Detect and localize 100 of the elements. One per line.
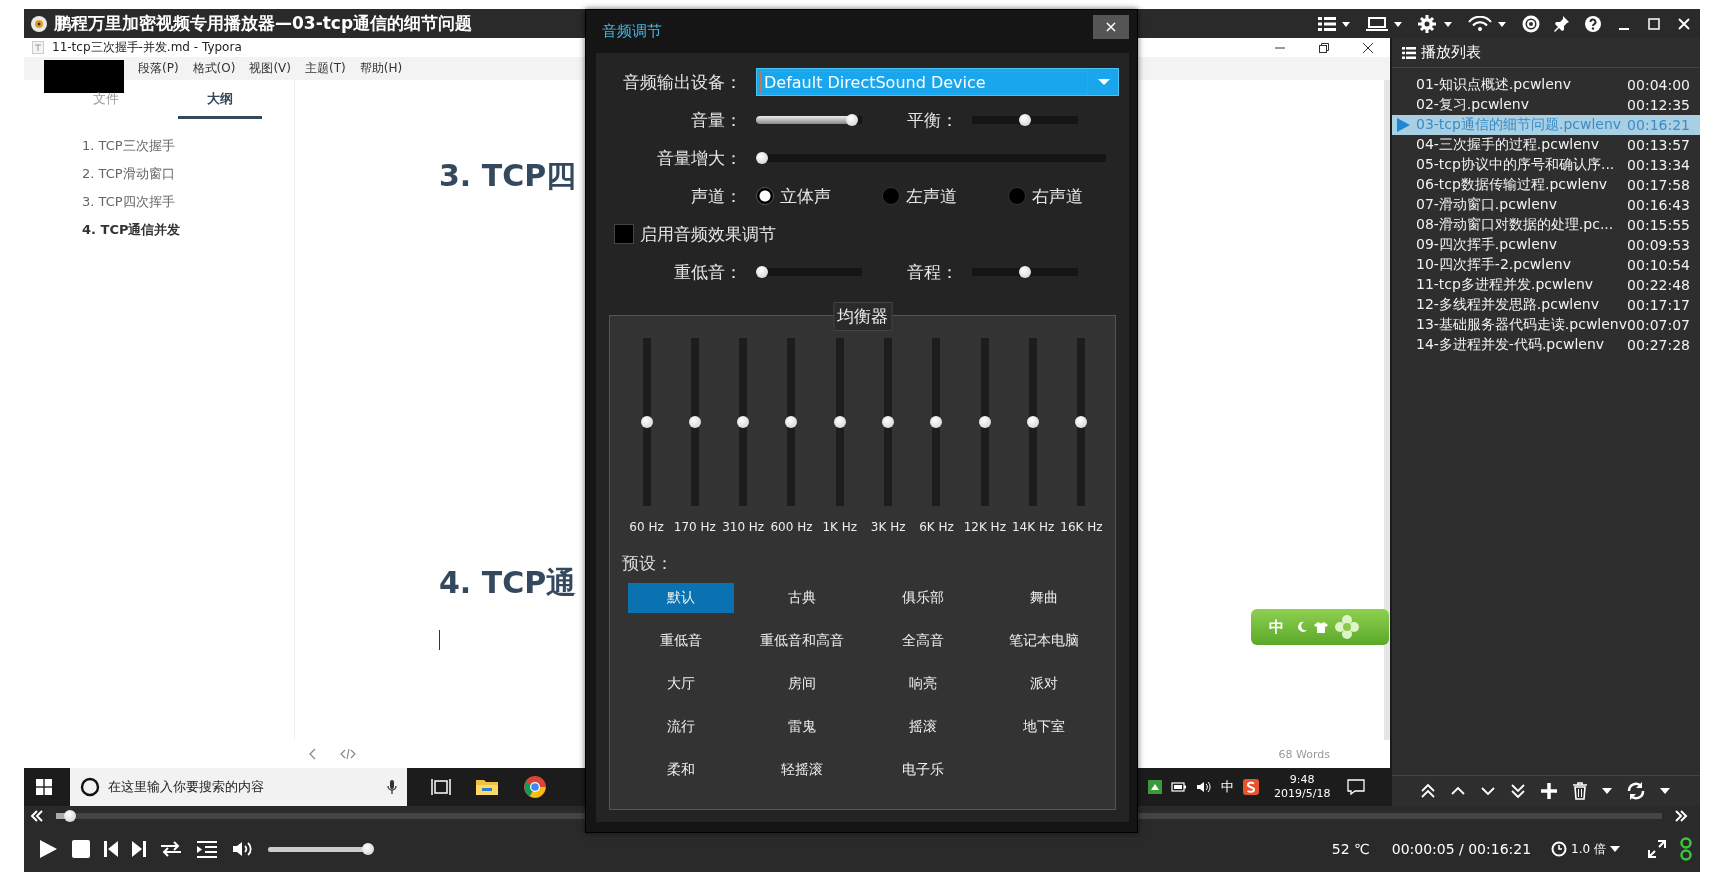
previous-icon[interactable] [104, 840, 118, 858]
playlist-item[interactable]: 07-滑动窗口.pcwlenv 00:16:43 [1392, 195, 1700, 215]
slider-thumb[interactable] [1019, 114, 1031, 126]
slider-thumb[interactable] [1075, 416, 1088, 428]
preset-button[interactable]: 俱乐部 [870, 583, 977, 613]
fast-forward-icon[interactable] [1674, 810, 1688, 822]
radio-option[interactable]: 右声道 [1008, 184, 1098, 208]
playlist-icon[interactable] [196, 840, 218, 858]
close-icon[interactable] [1362, 41, 1374, 54]
playlist-item[interactable]: 02-复习.pcwlenv 00:12:35 [1392, 95, 1700, 115]
slider-thumb[interactable] [978, 416, 991, 428]
equalizer-slider[interactable] [833, 338, 846, 506]
playlist-item[interactable]: 09-四次挥手.pcwlenv 00:09:53 [1392, 235, 1700, 255]
wifi-icon[interactable] [1468, 15, 1508, 32]
next-icon[interactable] [132, 840, 146, 858]
menu-item[interactable]: 主题(T) [305, 60, 346, 77]
slider-thumb[interactable] [1027, 416, 1040, 428]
playlist-item[interactable]: 14-多进程并发-代码.pcwlenv 00:27:28 [1392, 335, 1700, 355]
list-icon[interactable] [1318, 15, 1352, 32]
refresh-icon[interactable] [1626, 782, 1646, 800]
boost-slider[interactable] [756, 152, 1106, 164]
fullscreen-icon[interactable] [1648, 840, 1666, 858]
slider-thumb[interactable] [930, 416, 943, 428]
preset-button[interactable]: 重低音 [627, 626, 734, 656]
playlist-item[interactable]: 05-tcp协议中的序号和确认序... 00:13:34 [1392, 155, 1700, 175]
speed-button[interactable]: 1.0 倍 [1551, 840, 1620, 858]
lifebuoy-icon[interactable] [1522, 14, 1540, 33]
caret-icon[interactable] [1602, 787, 1612, 795]
settings-icon[interactable] [1418, 14, 1454, 33]
menu-item[interactable]: 段落(P) [138, 60, 179, 77]
folder-icon[interactable] [475, 777, 499, 797]
equalizer-slider[interactable] [930, 338, 943, 506]
chevron-left-icon[interactable] [308, 748, 318, 760]
menu-item[interactable]: 帮助(H) [359, 60, 403, 77]
slider-thumb[interactable] [756, 266, 768, 278]
preset-button[interactable]: 重低音和高音 [748, 626, 855, 656]
monitor-icon[interactable] [1366, 15, 1404, 32]
caret-icon[interactable] [1660, 787, 1670, 795]
preset-button[interactable]: 柔和 [627, 755, 734, 785]
close-button[interactable]: × [1093, 14, 1129, 39]
slider-thumb[interactable] [63, 810, 76, 822]
equalizer-slider[interactable] [785, 338, 798, 506]
help-icon[interactable] [1584, 14, 1602, 33]
menu-item[interactable]: 格式(O) [192, 60, 236, 77]
slider-thumb[interactable] [833, 416, 846, 428]
equalizer-slider[interactable] [1027, 338, 1040, 506]
slider-thumb[interactable] [362, 843, 374, 855]
playlist-item[interactable]: 01-知识点概述.pcwlenv 00:04:00 [1392, 75, 1700, 95]
speaker-icon[interactable] [1196, 780, 1212, 794]
sogou-icon[interactable] [1243, 779, 1259, 795]
notification-icon[interactable] [1347, 779, 1366, 795]
task-view-icon[interactable] [431, 778, 451, 796]
preset-button[interactable]: 房间 [748, 669, 855, 699]
browser-icon[interactable] [523, 775, 547, 799]
slider-thumb[interactable] [1019, 266, 1031, 278]
playlist-item[interactable]: 04-三次握手的过程.pcwlenv 00:13:57 [1392, 135, 1700, 155]
preset-button[interactable]: 电子乐 [870, 755, 977, 785]
radio-option[interactable]: 左声道 [882, 184, 972, 208]
slider-thumb[interactable] [756, 152, 768, 164]
slider-thumb[interactable] [785, 416, 798, 428]
equalizer-slider[interactable] [688, 338, 701, 506]
preset-button[interactable]: 默认 [627, 583, 734, 613]
bass-slider[interactable] [756, 266, 862, 278]
repeat-icon[interactable] [160, 840, 182, 858]
playlist-item[interactable]: 12-多线程并发思路.pcwlenv 00:17:17 [1392, 295, 1700, 315]
pin-icon[interactable] [1554, 14, 1570, 33]
playlist-item[interactable]: 08-滑动窗口对数据的处理.pc... 00:15:55 [1392, 215, 1700, 235]
preset-button[interactable]: 雷鬼 [748, 712, 855, 742]
close-icon[interactable] [1676, 15, 1692, 32]
preset-button[interactable]: 古典 [748, 583, 855, 613]
input-method-indicator[interactable]: 中 [1221, 778, 1234, 796]
slider-thumb[interactable] [846, 114, 859, 126]
tray-app-icon[interactable] [1148, 780, 1162, 794]
preset-button[interactable]: 派对 [991, 669, 1098, 699]
preset-button[interactable]: 地下室 [991, 712, 1098, 742]
checkbox[interactable] [614, 224, 634, 244]
outline-item[interactable]: 4. TCP通信并发 [82, 221, 294, 239]
playlist-item[interactable]: 06-tcp数据传输过程.pcwlenv 00:17:58 [1392, 175, 1700, 195]
preset-button[interactable]: 响亮 [870, 669, 977, 699]
pitch-slider[interactable] [972, 266, 1078, 278]
balance-slider[interactable] [972, 114, 1078, 126]
preset-button[interactable]: 流行 [627, 712, 734, 742]
equalizer-slider[interactable] [978, 338, 991, 506]
preset-button[interactable]: 轻摇滚 [748, 755, 855, 785]
effects-checkbox-option[interactable]: 启用音频效果调节 [614, 222, 776, 246]
equalizer-slider[interactable] [737, 338, 750, 506]
equalizer-slider[interactable] [640, 338, 653, 506]
radio-button[interactable] [882, 187, 900, 205]
sidebar-tab[interactable]: 大纲 [178, 90, 262, 119]
preset-button[interactable]: 摇滚 [870, 712, 977, 742]
slider-thumb[interactable] [882, 416, 895, 428]
microphone-icon[interactable] [387, 779, 397, 795]
play-icon[interactable] [38, 839, 58, 859]
slider-thumb[interactable] [688, 416, 701, 428]
trash-icon[interactable] [1572, 782, 1588, 800]
menu-item[interactable]: 视图(V) [249, 60, 291, 77]
equalizer-slider[interactable] [882, 338, 895, 506]
slider-thumb[interactable] [737, 416, 750, 428]
code-icon[interactable] [340, 748, 356, 760]
preset-button[interactable]: 大厅 [627, 669, 734, 699]
